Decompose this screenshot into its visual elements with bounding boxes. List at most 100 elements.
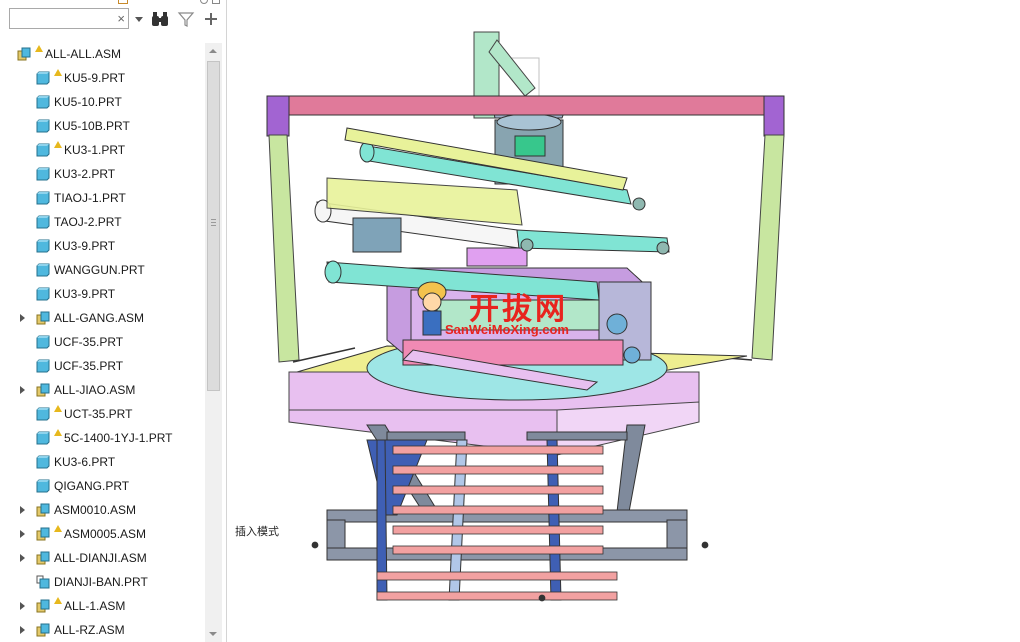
expand-arrow-icon[interactable] [20,506,25,514]
warning-icon [54,141,62,148]
tree-item[interactable]: KU3-9.PRT [0,234,206,258]
tree-item[interactable]: WANGGUN.PRT [0,258,206,282]
part-icon [36,431,50,445]
assembly-icon [36,311,50,325]
binoculars-icon[interactable] [151,10,169,28]
model-tree: ALL-ALL.ASM KU5-9.PRT KU5-10.PRT KU5-10B.PR… [0,42,206,642]
tree-item[interactable]: KU3-6.PRT [0,450,206,474]
show-icon[interactable] [200,0,208,4]
tree-item-label: ALL-DIANJI.ASM [54,551,147,565]
tree-item[interactable]: KU5-10B.PRT [0,114,206,138]
tree-item[interactable]: KU3-9.PRT [0,282,206,306]
part-icon [36,287,50,301]
assembly-icon [36,623,50,637]
scroll-down-arrow[interactable] [209,632,217,636]
tree-item[interactable]: KU5-9.PRT [0,66,206,90]
plus-icon[interactable] [203,10,219,28]
clear-icon[interactable]: × [117,10,125,27]
warning-icon [54,405,62,412]
tree-item[interactable]: ASM0005.ASM [0,522,206,546]
tree-item[interactable]: KU5-10.PRT [0,90,206,114]
tree-item[interactable]: ALL-ALL.ASM [0,42,206,66]
tree-options-icon[interactable] [212,0,220,4]
scroll-up-arrow[interactable] [209,49,217,53]
part-icon [36,407,50,421]
tree-item-label: ASM0010.ASM [54,503,137,517]
assembly-icon [36,527,50,541]
tree-item-label: UCT-35.PRT [64,407,133,421]
tree-item-label: KU5-10.PRT [54,95,122,109]
tree-item-label: ALL-RZ.ASM [54,623,125,637]
assembly-icon [17,47,31,61]
tree-item-label: QIGANG.PRT [54,479,130,493]
tree-item[interactable]: ASM0010.ASM [0,498,206,522]
tree-item-label: ALL-1.ASM [64,599,126,613]
tree-item-label: UCF-35.PRT [54,359,124,373]
settings-icon[interactable] [118,0,128,4]
part-icon [36,455,50,469]
tree-item[interactable]: TIAOJ-1.PRT [0,186,206,210]
expand-arrow-icon[interactable] [20,602,25,610]
tree-item[interactable]: ALL-GANG.ASM [0,306,206,330]
tree-item-label: KU3-2.PRT [54,167,116,181]
part-link-icon [36,575,50,589]
chevron-down-icon[interactable] [134,10,144,28]
tree-item[interactable]: UCF-35.PRT [0,330,206,354]
assembly-icon [36,503,50,517]
assembly-icon [36,551,50,565]
part-icon [36,239,50,253]
part-icon [36,191,50,205]
warning-icon [35,45,43,52]
tree-item-label: ALL-JIAO.ASM [54,383,136,397]
expand-arrow-icon[interactable] [20,314,25,322]
tree-item-label: 5C-1400-1YJ-1.PRT [64,431,173,445]
expand-arrow-icon[interactable] [20,386,25,394]
tree-item-label: ALL-ALL.ASM [45,47,122,61]
warning-icon [54,429,62,436]
filter-icon[interactable] [177,10,195,28]
assembly-icon [36,383,50,397]
grip-line [211,222,216,223]
tree-item-label: KU3-9.PRT [54,239,116,253]
part-icon [36,119,50,133]
warning-icon [54,69,62,76]
search-input[interactable] [12,10,112,27]
part-icon [36,95,50,109]
graphics-viewport[interactable]: 插入模式 开拔网 SanWeiMoXing.com [227,0,1020,642]
search-field[interactable]: × [9,8,129,29]
tree-item[interactable]: UCT-35.PRT [0,402,206,426]
warning-icon [54,525,62,532]
expand-arrow-icon[interactable] [20,626,25,634]
grip-line [211,225,216,226]
tree-item[interactable]: ALL-1.ASM [0,594,206,618]
tree-item[interactable]: KU3-1.PRT [0,138,206,162]
tree-item-label: UCF-35.PRT [54,335,124,349]
tree-item[interactable]: ALL-JIAO.ASM [0,378,206,402]
tree-item[interactable]: TAOJ-2.PRT [0,210,206,234]
tree-item[interactable]: QIGANG.PRT [0,474,206,498]
tree-scrollbar[interactable] [205,43,222,642]
tree-item[interactable]: ALL-DIANJI.ASM [0,546,206,570]
panel-top-strip [0,0,226,6]
model-tree-panel: × ALL-ALL.ASM KU5-9.PRT KU5-10.PRT KU5-10B.… [0,0,227,642]
tree-item[interactable]: KU3-2.PRT [0,162,206,186]
expand-arrow-icon[interactable] [20,554,25,562]
assembly-model-render[interactable] [227,0,1020,642]
part-icon [36,215,50,229]
tree-item-label: ALL-GANG.ASM [54,311,145,325]
tree-item[interactable]: DIANJI-BAN.PRT [0,570,206,594]
tree-item-label: TIAOJ-1.PRT [54,191,126,205]
tree-item-label: KU3-6.PRT [54,455,116,469]
tree-item-label: DIANJI-BAN.PRT [54,575,148,589]
tree-item[interactable]: ALL-RZ.ASM [0,618,206,642]
tree-item-label: KU3-9.PRT [54,287,116,301]
tree-item-label: KU5-9.PRT [64,71,126,85]
part-icon [36,71,50,85]
part-icon [36,479,50,493]
lower-rollers [311,445,709,602]
part-icon [36,263,50,277]
tree-item[interactable]: 5C-1400-1YJ-1.PRT [0,426,206,450]
expand-arrow-icon[interactable] [20,530,25,538]
tree-item[interactable]: UCF-35.PRT [0,354,206,378]
scroll-thumb[interactable] [207,61,220,391]
